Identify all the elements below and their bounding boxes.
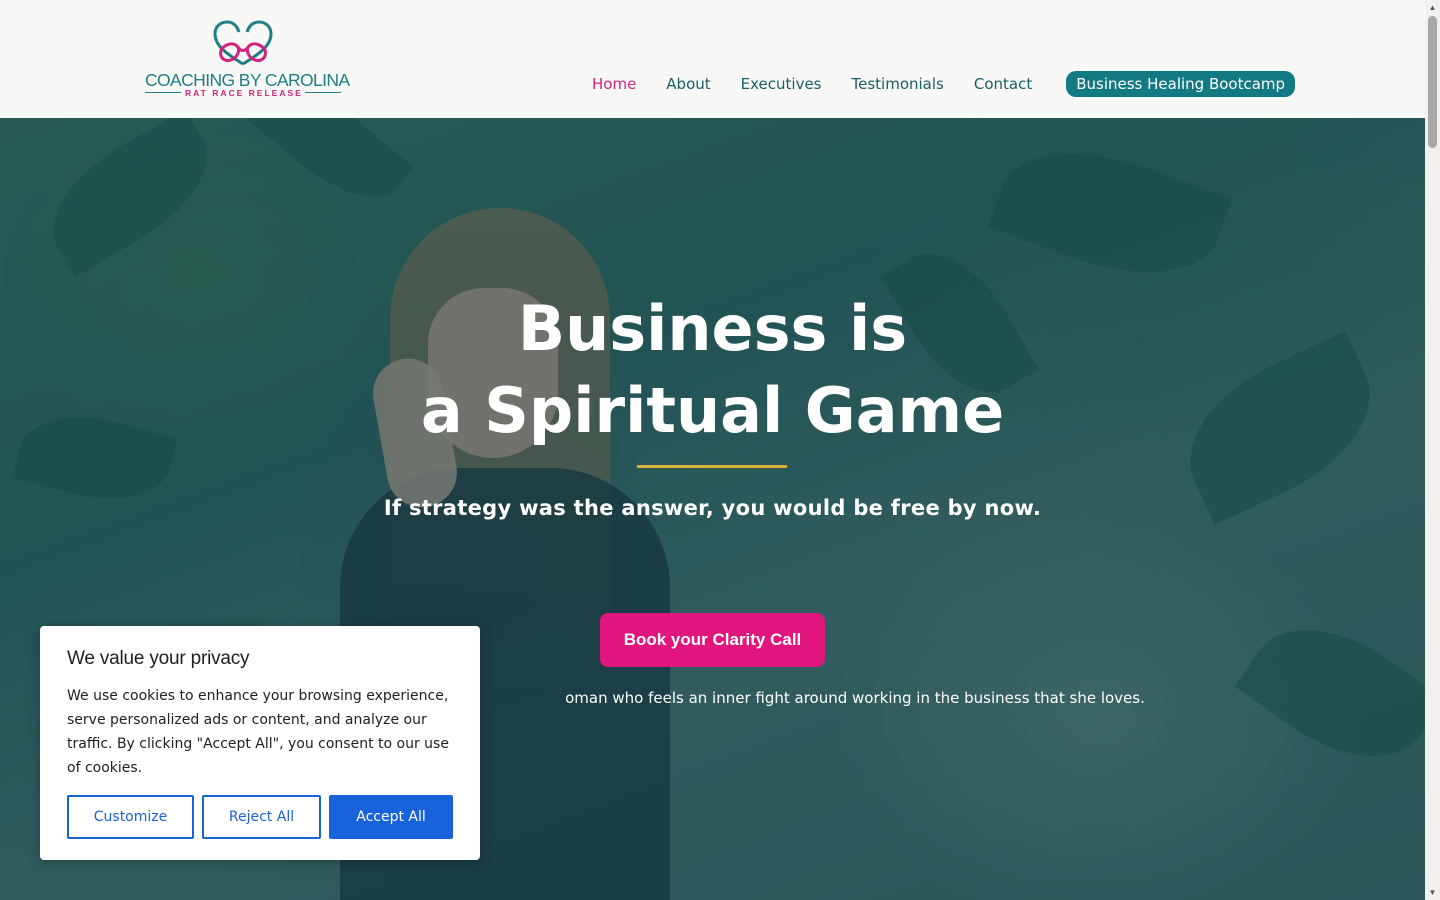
hero-title: Business is a Spiritual Game: [420, 292, 1005, 447]
nav-contact[interactable]: Contact: [974, 70, 1032, 98]
nav-executives[interactable]: Executives: [741, 70, 822, 98]
cookie-consent-banner: We value your privacy We use cookies to …: [40, 626, 480, 860]
bootcamp-cta-button[interactable]: Business Healing Bootcamp: [1066, 71, 1296, 97]
nav-about[interactable]: About: [666, 70, 710, 98]
scroll-down-arrow-icon[interactable]: ▼: [1425, 885, 1440, 900]
tagline-divider: [305, 92, 341, 93]
double-heart-logo-icon: [213, 20, 273, 66]
hero-description-text: oman who feels an inner fight around wor…: [565, 689, 1145, 707]
main-nav: Home About Executives Testimonials Conta…: [592, 70, 1296, 98]
scrollbar-thumb[interactable]: [1428, 16, 1437, 148]
site-logo[interactable]: COACHING BY CAROLINA RAT RACE RELEASE: [145, 20, 350, 100]
nav-testimonials[interactable]: Testimonials: [852, 70, 944, 98]
hero-subtitle: If strategy was the answer, you would be…: [383, 496, 1042, 520]
nav-home[interactable]: Home: [592, 70, 636, 98]
cookie-accept-all-button[interactable]: Accept All: [329, 795, 453, 839]
site-header: COACHING BY CAROLINA RAT RACE RELEASE Ho…: [0, 0, 1425, 118]
cookie-title: We value your privacy: [67, 648, 250, 669]
logo-tagline: RAT RACE RELEASE: [185, 88, 303, 98]
tagline-divider: [145, 92, 181, 93]
cookie-customize-button[interactable]: Customize: [67, 795, 194, 839]
cookie-body: We use cookies to enhance your browsing …: [67, 688, 449, 776]
logo-tagline-row: RAT RACE RELEASE: [145, 88, 341, 98]
book-clarity-call-button[interactable]: Book your Clarity Call: [600, 613, 825, 667]
hero-divider: [637, 465, 787, 468]
page-scrollbar[interactable]: ▲ ▼: [1425, 0, 1440, 900]
cookie-reject-all-button[interactable]: Reject All: [202, 795, 321, 839]
cookie-actions: Customize Reject All Accept All: [67, 795, 453, 839]
scroll-up-arrow-icon[interactable]: ▲: [1425, 0, 1440, 15]
